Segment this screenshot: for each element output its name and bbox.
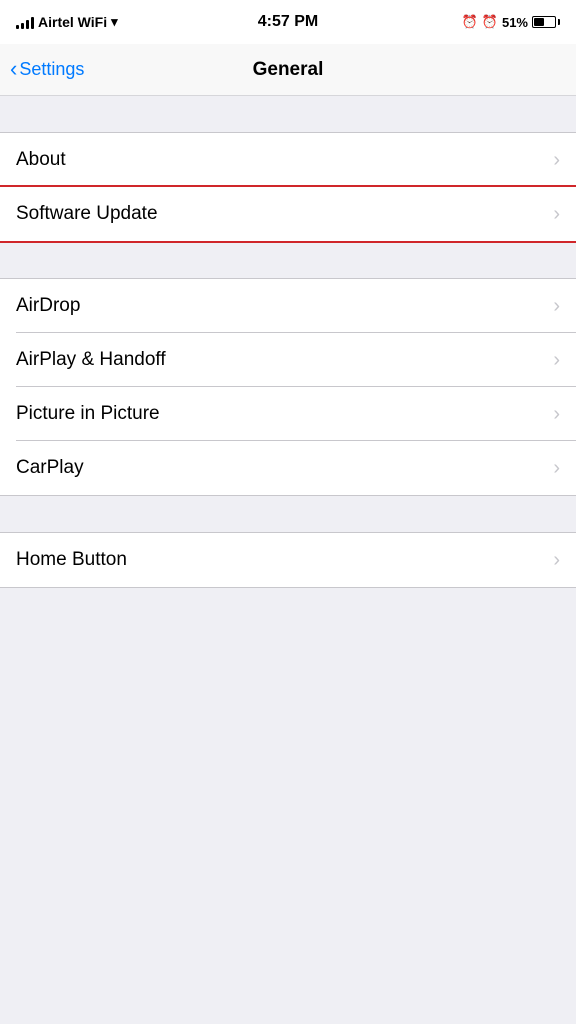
page-title: General [253,59,324,81]
settings-group-3: Home Button › [0,532,576,588]
picture-in-picture-chevron-icon: › [553,403,560,426]
settings-group-1: About › Software Update › [0,132,576,242]
carplay-label: CarPlay [16,457,84,479]
bottom-spacer [0,588,576,688]
about-row[interactable]: About › [0,133,576,187]
software-update-label: Software Update [16,203,158,225]
status-left: Airtel WiFi ▾ [16,14,118,30]
battery-icon [532,16,560,28]
airdrop-label: AirDrop [16,295,80,317]
back-label: Settings [19,59,84,80]
section-spacer-3 [0,496,576,532]
signal-icon [16,15,34,29]
about-label: About [16,149,66,171]
wifi-icon: ▾ [111,14,118,30]
home-button-row[interactable]: Home Button › [0,533,576,587]
airdrop-chevron-icon: › [553,295,560,318]
nav-bar: ‹ Settings General [0,44,576,96]
carplay-chevron-icon: › [553,457,560,480]
airplay-handoff-row[interactable]: AirPlay & Handoff › [0,333,576,387]
settings-group-2: AirDrop › AirPlay & Handoff › Picture in… [0,278,576,496]
home-button-chevron-icon: › [553,549,560,572]
clock-icon: ⏰ [482,14,498,30]
software-update-chevron-icon: › [553,203,560,226]
picture-in-picture-label: Picture in Picture [16,403,160,425]
status-bar: Airtel WiFi ▾ 4:57 PM ⏰ ⏰ 51% [0,0,576,44]
carplay-row[interactable]: CarPlay › [0,441,576,495]
airdrop-row[interactable]: AirDrop › [0,279,576,333]
airplay-handoff-label: AirPlay & Handoff [16,349,166,371]
back-chevron-icon: ‹ [10,58,17,80]
software-update-row[interactable]: Software Update › [0,187,576,241]
status-time: 4:57 PM [258,13,318,31]
alarm-icon: ⏰ [462,14,478,30]
about-chevron-icon: › [553,149,560,172]
airplay-handoff-chevron-icon: › [553,349,560,372]
carrier-label: Airtel WiFi [38,14,107,30]
home-button-label: Home Button [16,549,127,571]
section-spacer-2 [0,242,576,278]
section-spacer-1 [0,96,576,132]
battery-percent: 51% [502,15,528,30]
back-button[interactable]: ‹ Settings [10,59,84,80]
status-right: ⏰ ⏰ 51% [462,14,560,30]
picture-in-picture-row[interactable]: Picture in Picture › [0,387,576,441]
